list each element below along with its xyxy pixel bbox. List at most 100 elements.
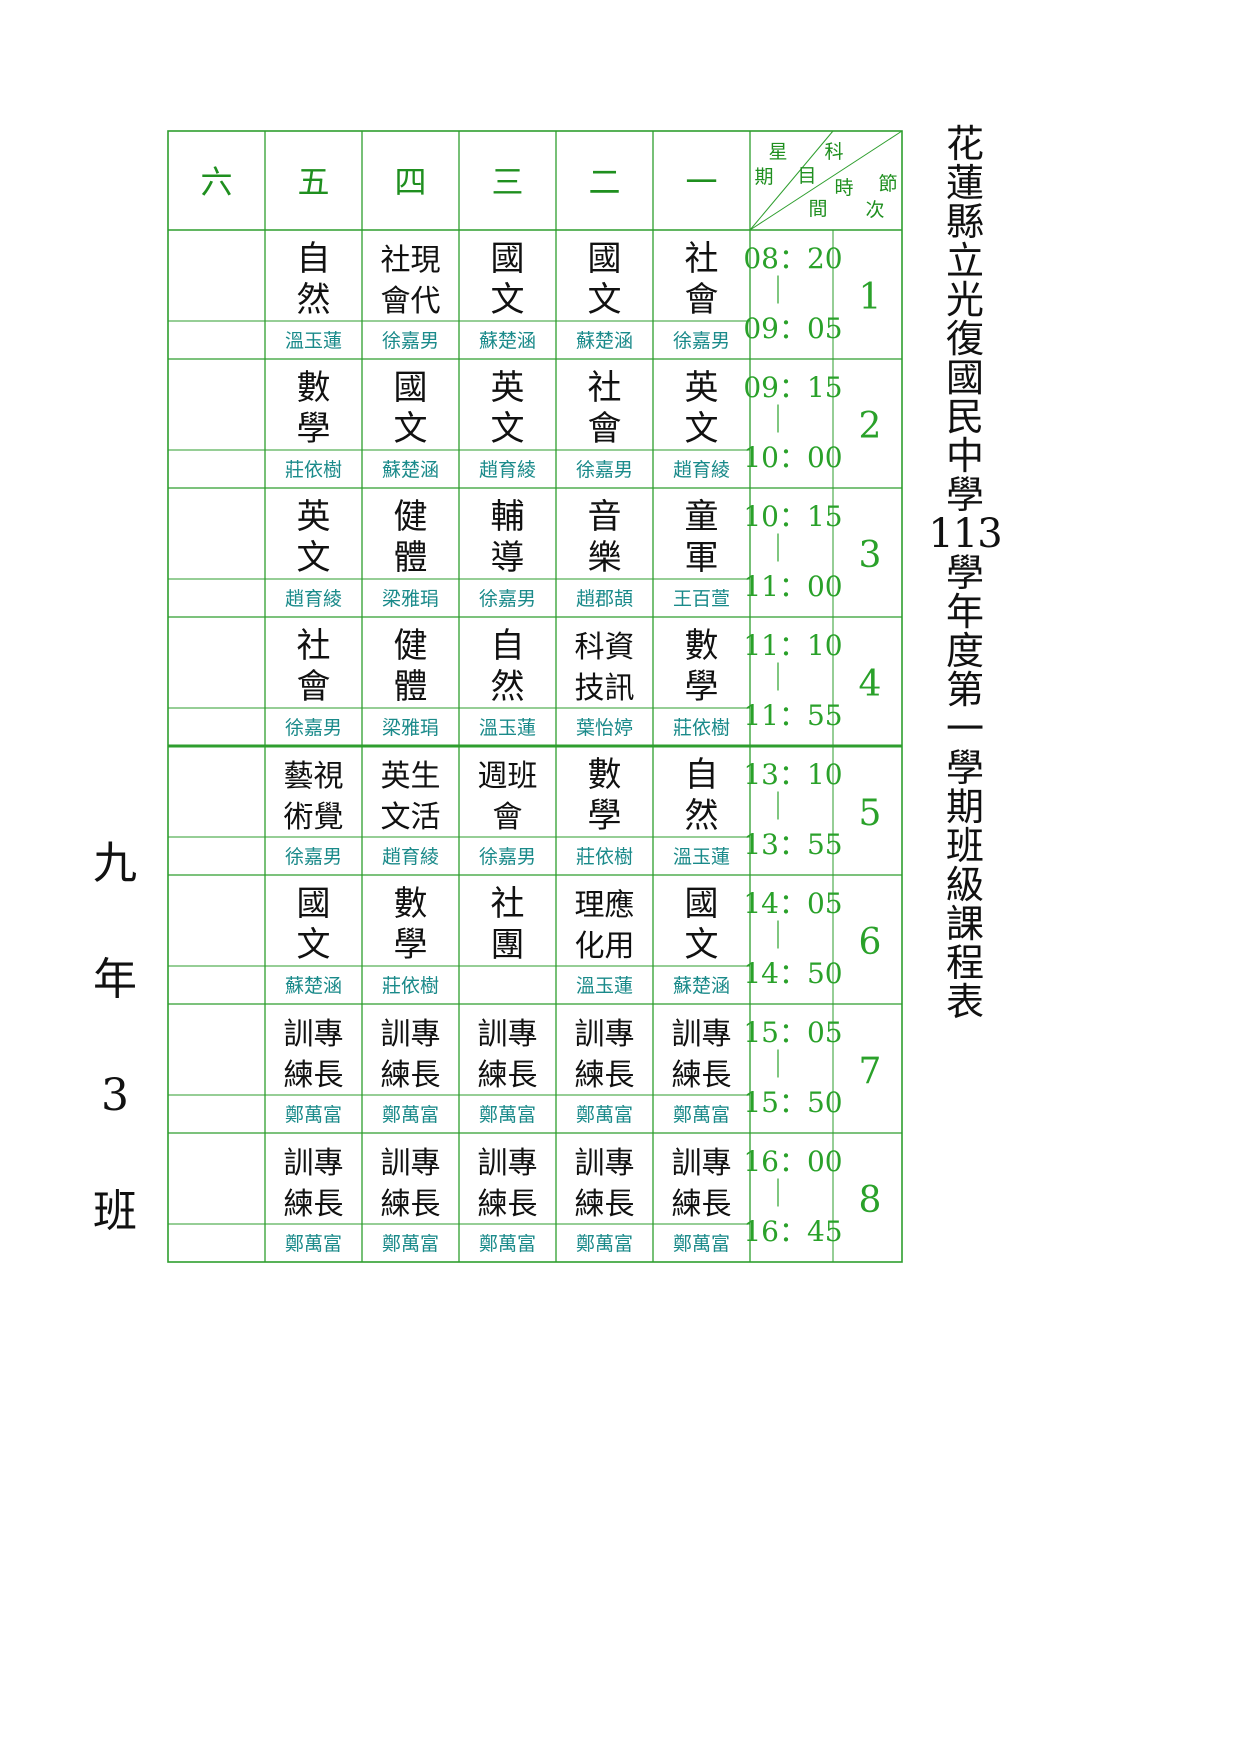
period-start-time: 09：15 [743, 371, 842, 404]
period-time-separator: ｜ [764, 532, 792, 565]
teacher-name: 徐嘉男 [382, 330, 439, 352]
subject-text: 英 [491, 368, 525, 408]
subject-text: 文 [588, 280, 622, 320]
period-number: 8 [859, 1180, 882, 1221]
period-time-separator: ｜ [764, 274, 792, 307]
corner-label-shi: 時 [834, 177, 853, 199]
subject-text: 文 [685, 409, 719, 449]
period-start-time: 14：05 [743, 887, 842, 920]
teacher-name: 鄭萬富 [576, 1233, 633, 1255]
period-number: 1 [859, 277, 882, 318]
subject-text: 訓專 [381, 1017, 441, 1052]
teacher-name: 趙育綾 [285, 588, 342, 610]
subject-text: 訓專 [478, 1146, 538, 1181]
subject-text: 訓專 [672, 1017, 732, 1052]
subject-text: 文 [297, 925, 331, 965]
teacher-name: 葉怡婷 [576, 717, 633, 739]
subject-text: 訓專 [284, 1017, 344, 1052]
subject-text: 健 [394, 626, 428, 666]
teacher-name: 鄭萬富 [382, 1104, 439, 1126]
subject-text: 訓專 [575, 1146, 635, 1181]
corner-label-jian: 間 [808, 198, 827, 220]
subject-text: 國 [685, 884, 719, 924]
teacher-name: 蘇楚涵 [285, 975, 342, 997]
subject-text: 科資 [575, 630, 635, 665]
period-start-time: 15：05 [743, 1016, 842, 1049]
subject-text: 會 [297, 667, 331, 707]
subject-text: 團 [491, 925, 525, 965]
teacher-name: 梁雅琄 [382, 717, 439, 739]
subject-text: 文活 [381, 800, 441, 835]
corner-label-ke: 科 [824, 141, 843, 163]
subject-text: 導 [491, 538, 525, 578]
teacher-name: 徐嘉男 [285, 717, 342, 739]
period-time-separator: ｜ [764, 661, 792, 694]
subject-text: 學 [685, 667, 719, 707]
period-end-time: 11：00 [743, 570, 842, 603]
period-number: 7 [859, 1051, 882, 1092]
teacher-name: 莊依樹 [576, 846, 633, 868]
teacher-name: 鄭萬富 [673, 1233, 730, 1255]
subject-text: 會 [493, 800, 523, 835]
day-header-1: 一 [685, 163, 717, 201]
corner-label-qi: 期 [754, 166, 773, 188]
period-end-time: 10：00 [743, 441, 842, 474]
subject-text: 數 [685, 626, 719, 666]
teacher-name: 王百萱 [673, 588, 730, 610]
subject-text: 國 [297, 884, 331, 924]
subject-text: 社 [588, 368, 622, 408]
subject-text: 練長 [381, 1187, 441, 1222]
subject-text: 社 [685, 239, 719, 279]
subject-text: 體 [394, 538, 428, 578]
subject-text: 學 [588, 796, 622, 836]
period-time-separator: ｜ [764, 1048, 792, 1081]
period-time-separator: ｜ [764, 1177, 792, 1210]
subject-text: 練長 [478, 1058, 538, 1093]
subject-text: 練長 [478, 1187, 538, 1222]
period-number: 5 [859, 793, 882, 834]
timetable-grid: 一二三四五六星期科目時間節次08：20｜09：051社會徐嘉男國文蘇楚涵國文蘇楚… [167, 130, 903, 1263]
subject-text: 訓專 [672, 1146, 732, 1181]
subject-text: 國 [588, 239, 622, 279]
teacher-name: 蘇楚涵 [382, 459, 439, 481]
teacher-name: 鄭萬富 [382, 1233, 439, 1255]
teacher-name: 趙育綾 [479, 459, 536, 481]
subject-text: 然 [297, 280, 331, 320]
subject-text: 藝視 [284, 759, 344, 794]
subject-text: 文 [491, 409, 525, 449]
subject-text: 然 [491, 667, 525, 707]
subject-text: 練長 [284, 1187, 344, 1222]
period-end-time: 15：50 [743, 1086, 842, 1119]
subject-text: 會代 [381, 284, 441, 319]
teacher-name: 徐嘉男 [285, 846, 342, 868]
period-end-time: 09：05 [743, 312, 842, 345]
subject-text: 技訊 [575, 671, 635, 706]
teacher-name: 溫玉蓮 [576, 975, 633, 997]
teacher-name: 徐嘉男 [576, 459, 633, 481]
period-number: 4 [859, 664, 882, 705]
teacher-name: 徐嘉男 [479, 588, 536, 610]
subject-text: 練長 [672, 1187, 732, 1222]
subject-text: 會 [685, 280, 719, 320]
subject-text: 然 [685, 796, 719, 836]
day-header-6: 六 [200, 163, 232, 201]
subject-text: 數 [394, 884, 428, 924]
period-end-time: 14：50 [743, 957, 842, 990]
subject-text: 週班 [478, 759, 538, 794]
teacher-name: 鄭萬富 [285, 1104, 342, 1126]
subject-text: 練長 [672, 1058, 732, 1093]
period-time-separator: ｜ [764, 403, 792, 436]
subject-text: 體 [394, 667, 428, 707]
subject-text: 英生 [381, 759, 441, 794]
subject-text: 文 [685, 925, 719, 965]
subject-text: 訓專 [381, 1146, 441, 1181]
subject-text: 輔 [491, 497, 525, 537]
corner-label-ci: 次 [865, 199, 884, 221]
subject-text: 化用 [575, 929, 635, 964]
subject-text: 文 [491, 280, 525, 320]
period-start-time: 11：10 [743, 629, 842, 662]
subject-text: 童 [685, 497, 719, 537]
subject-text: 數 [588, 755, 622, 795]
period-number: 3 [859, 535, 882, 576]
subject-text: 國 [394, 368, 428, 408]
